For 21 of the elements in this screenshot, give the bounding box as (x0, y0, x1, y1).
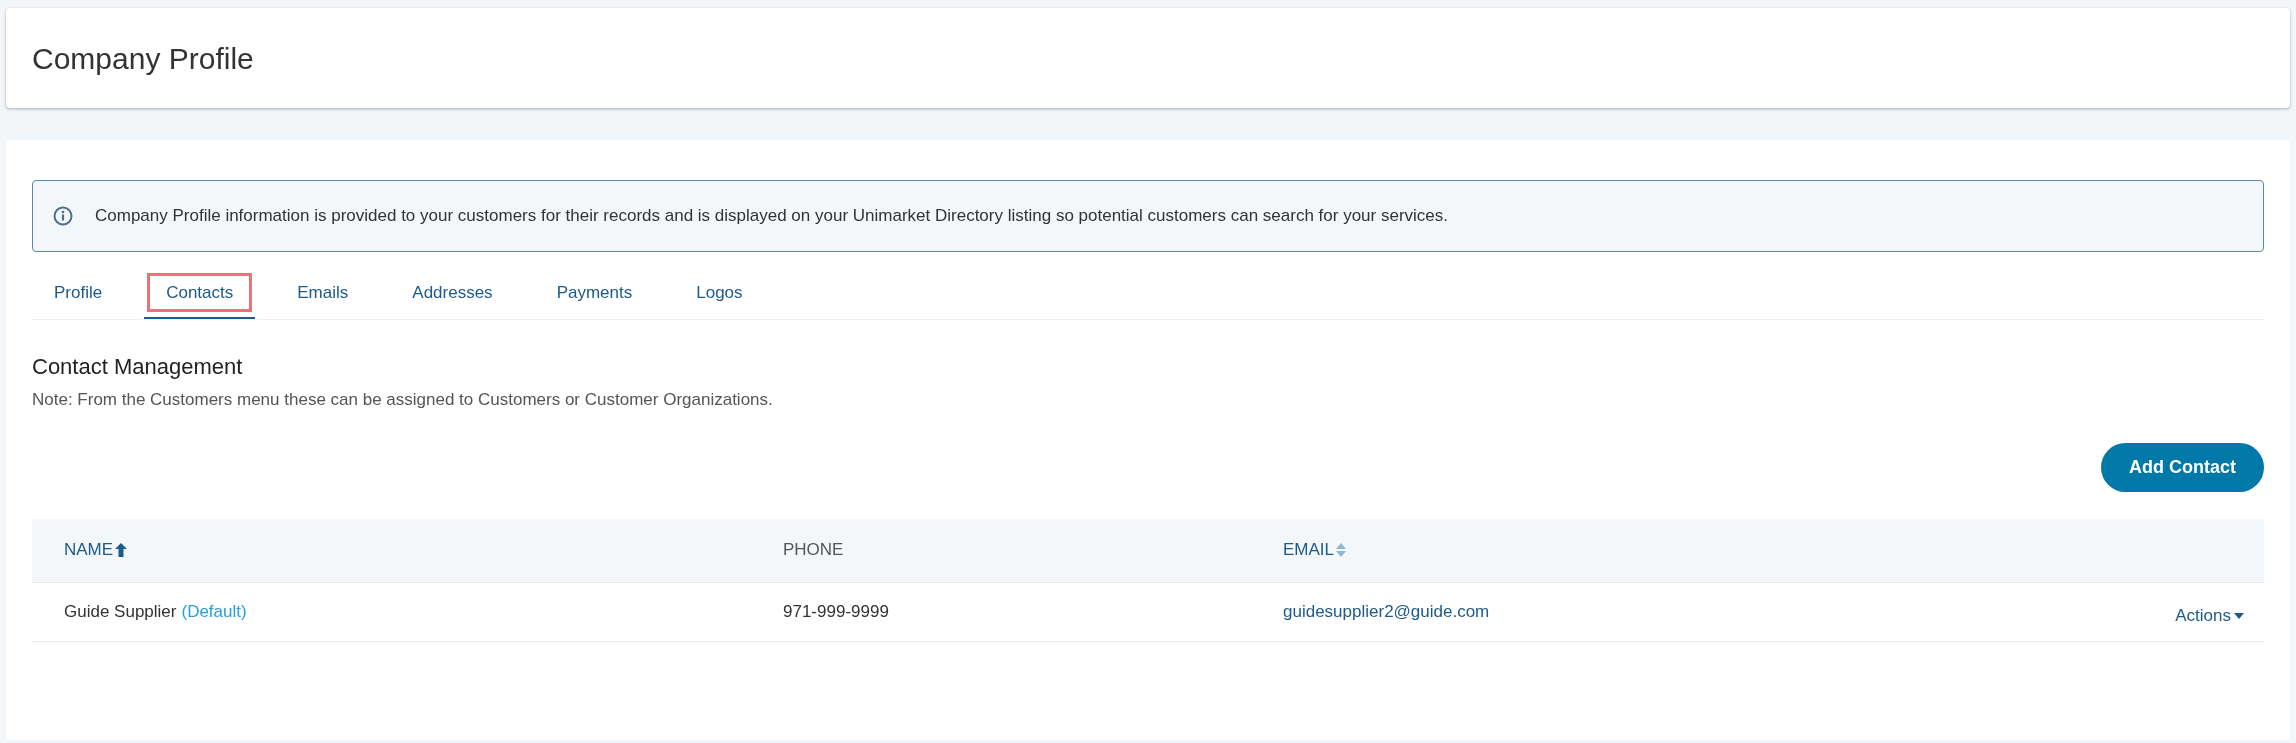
tab[interactable]: Addresses (390, 268, 515, 319)
actions-dropdown[interactable]: Actions (2175, 602, 2244, 629)
caret-icon (2234, 612, 2244, 619)
section-title: Contact Management (32, 353, 244, 381)
tab[interactable]: Payments (534, 268, 655, 319)
tab[interactable]: Profile (32, 268, 125, 319)
section-note: Note: From the Customers menu these can be assigned to Customers or Customer Organizations. (32, 389, 774, 411)
default-tag: (Default) (181, 598, 247, 625)
column-header[interactable]: EMAIL (1283, 537, 1335, 563)
info-text: Company Profile information is provided to your customers for their records and is displayed on your Unimarket Directory listing so potential customers can search for your services. (95, 205, 1448, 228)
phone-cell-text: 971-999-9999 (783, 600, 890, 623)
email-link[interactable]: guidesupplier2@guide.com (1283, 598, 2176, 625)
column-header[interactable]: NAME (64, 537, 114, 563)
add-contact-button[interactable]: Add Contact (2101, 442, 2264, 492)
info-icon (53, 206, 73, 226)
page-title: Company Profile (32, 40, 254, 77)
column-header[interactable]: PHONE (783, 537, 844, 563)
tab[interactable]: Contacts (144, 268, 256, 319)
name-cell-text: Guide Supplier (64, 600, 177, 623)
tab[interactable]: Emails (275, 268, 371, 319)
tab[interactable]: Logos (674, 268, 765, 319)
